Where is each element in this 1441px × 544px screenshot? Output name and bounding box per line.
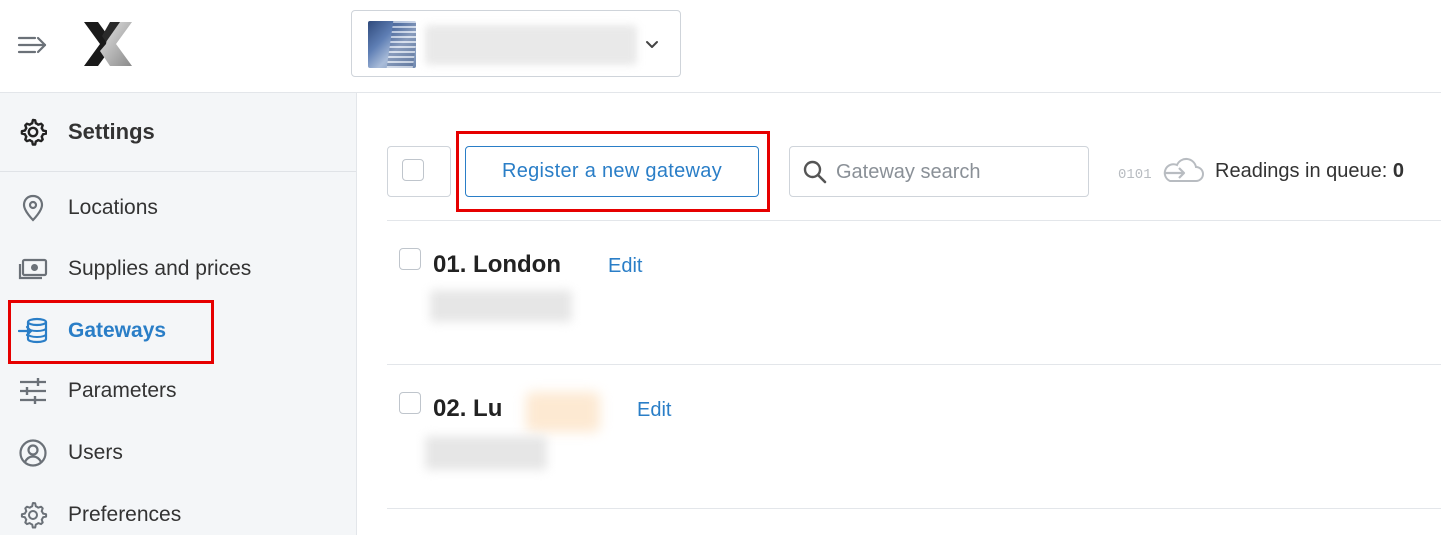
- sidebar-item-supplies[interactable]: Supplies and prices: [0, 238, 356, 298]
- account-avatar: [368, 21, 416, 68]
- toolbar-divider: [387, 220, 1441, 221]
- user-circle-icon: [19, 439, 47, 467]
- gateway-subtitle-redacted: [430, 290, 572, 322]
- account-name: [425, 25, 637, 65]
- readings-queue-status: Readings in queue: 0: [1215, 160, 1404, 183]
- select-all-checkbox[interactable]: [402, 159, 424, 181]
- gateway-edit-link[interactable]: Edit: [637, 399, 671, 422]
- sidebar-item-users[interactable]: Users: [0, 422, 356, 482]
- sidebar-item-preferences[interactable]: Preferences: [0, 484, 356, 544]
- sidebar-item-label: Supplies and prices: [68, 257, 252, 280]
- gateway-checkbox[interactable]: [399, 248, 421, 270]
- sidebar-item-gateways[interactable]: Gateways: [0, 300, 356, 360]
- gateway-edit-link[interactable]: Edit: [608, 255, 642, 278]
- sidebar-item-locations[interactable]: Locations: [0, 177, 356, 237]
- gateway-title: 01. London: [433, 251, 561, 278]
- queue-icon-prefix: 0101: [1118, 167, 1152, 183]
- gear-icon: [20, 118, 47, 146]
- search-icon: [803, 160, 827, 184]
- gear-icon: [20, 502, 48, 529]
- chevron-down-icon: [646, 41, 658, 48]
- gateway-search-box: [789, 146, 1089, 197]
- select-all-container: [387, 146, 451, 197]
- sidebar-item-label: Parameters: [68, 379, 177, 402]
- sliders-icon: [20, 378, 46, 404]
- sidebar-item-label: Gateways: [68, 319, 167, 342]
- sidebar-item-label: Users: [68, 441, 123, 464]
- account-selector[interactable]: [351, 10, 681, 77]
- register-gateway-button[interactable]: Register a new gateway: [465, 146, 759, 197]
- sidebar-item-label: Preferences: [68, 503, 182, 526]
- list-divider: [387, 364, 1441, 365]
- queue-count: 0: [1392, 160, 1405, 182]
- sidebar-item-label: Locations: [68, 196, 158, 219]
- sidebar-item-parameters[interactable]: Parameters: [0, 360, 356, 420]
- logo: [80, 20, 136, 68]
- sidebar-title: Settings: [68, 119, 155, 144]
- gateway-checkbox[interactable]: [399, 392, 421, 414]
- location-pin-icon: [22, 194, 44, 222]
- sidebar-header: Settings: [0, 93, 356, 172]
- money-icon: [18, 258, 48, 280]
- list-divider: [387, 508, 1441, 509]
- gateway-search-input[interactable]: [836, 155, 1076, 189]
- gateway-icon: [18, 317, 48, 344]
- gateway-title: 02. Lu: [433, 395, 503, 422]
- gateway-subtitle-redacted: [425, 436, 547, 470]
- queue-label: Readings in queue:: [1215, 160, 1388, 182]
- cloud-upload-icon: 0101: [1118, 157, 1204, 183]
- top-bar: [0, 0, 1441, 93]
- sidebar: Settings Locations Supplies and prices G…: [0, 93, 357, 535]
- menu-toggle-icon[interactable]: [14, 28, 52, 62]
- gateway-title-redacted: [526, 392, 600, 432]
